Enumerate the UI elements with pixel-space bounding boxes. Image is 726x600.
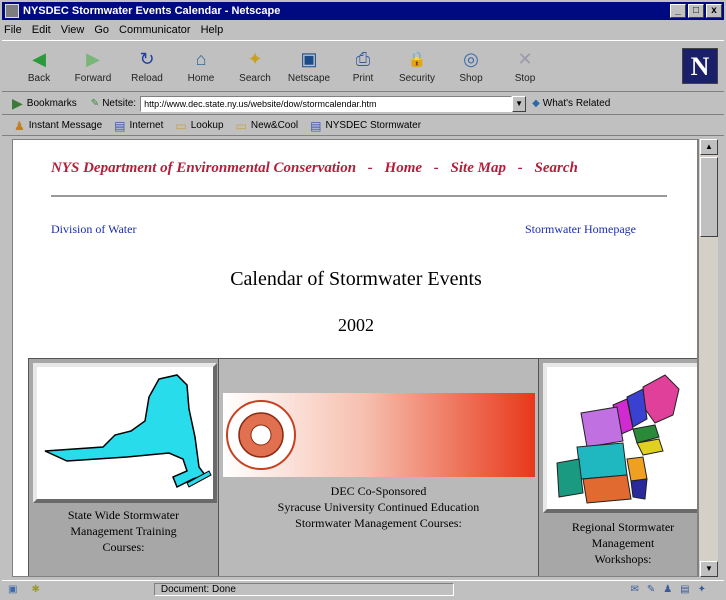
- regional-caption: Regional Stormwater Management Workshops…: [571, 520, 675, 566]
- person-icon: ♟: [14, 118, 25, 133]
- navigation-toolbar: ◀ Back ▶ Forward ↻ Reload ⌂ Home ✦ Searc…: [2, 40, 724, 92]
- search-button[interactable]: ✦ Search: [228, 42, 282, 90]
- bookmark-icon: ▶: [12, 95, 23, 111]
- home-icon: ⌂: [195, 48, 207, 69]
- status-tray-icons: ✉✎♟▤✦: [630, 584, 714, 595]
- connection-icon: ▣: [8, 584, 18, 595]
- shop-button[interactable]: ◎ Shop: [444, 42, 498, 90]
- back-arrow-icon: ◀: [32, 48, 46, 69]
- scrollbar-thumb[interactable]: [700, 157, 718, 237]
- syracuse-university-banner[interactable]: [223, 393, 535, 477]
- related-icon: ◆: [532, 98, 540, 109]
- syracuse-caption: DEC Co-Sponsored Syracuse University Con…: [277, 484, 480, 530]
- statewide-caption: State Wide Stormwater Management Trainin…: [67, 508, 180, 554]
- folder-icon: ▭: [235, 118, 247, 133]
- netscape-logo[interactable]: N: [682, 48, 718, 84]
- forward-arrow-icon: ▶: [86, 48, 100, 69]
- dept-name: NYS Department of Environmental Conserva…: [51, 160, 357, 176]
- menu-go[interactable]: Go: [94, 24, 109, 36]
- reload-button[interactable]: ↻ Reload: [120, 42, 174, 90]
- title-bar[interactable]: NYSDEC Stormwater Events Calendar - Nets…: [2, 2, 724, 20]
- search-link[interactable]: Search: [534, 160, 577, 176]
- scroll-down-arrow-icon[interactable]: ▼: [700, 561, 718, 577]
- ny-state-map-icon: [44, 374, 212, 489]
- personal-item-instant-message[interactable]: ♟ Instant Message: [14, 119, 102, 133]
- bookmark-icon: ▤: [310, 118, 322, 133]
- bookmark-icon: ▤: [114, 118, 126, 133]
- page-title: Calendar of Stormwater Events: [230, 268, 482, 290]
- scroll-up-arrow-icon[interactable]: ▲: [700, 139, 718, 155]
- security-button[interactable]: 🔒 Security: [390, 42, 444, 90]
- reload-icon: ↻: [139, 48, 155, 69]
- security-status-icon: ✱: [31, 584, 40, 595]
- course-table: State Wide Stormwater Management Trainin…: [28, 358, 697, 576]
- search-icon: ✦: [247, 48, 263, 69]
- print-icon: ⎙: [355, 48, 371, 69]
- forward-button[interactable]: ▶ Forward: [66, 42, 120, 90]
- folder-icon: ▭: [175, 118, 187, 133]
- sitemap-link[interactable]: Site Map: [451, 160, 506, 176]
- regional-workshops-cell[interactable]: Regional Stormwater Management Workshops…: [539, 359, 697, 576]
- window-title: NYSDEC Stormwater Events Calendar - Nets…: [23, 5, 281, 17]
- page-year: 2002: [338, 315, 374, 335]
- maximize-button[interactable]: □: [688, 4, 704, 18]
- stop-button[interactable]: ✕ Stop: [498, 42, 552, 90]
- division-of-water-link[interactable]: Division of Water: [51, 222, 136, 237]
- statewide-courses-cell[interactable]: State Wide Stormwater Management Trainin…: [29, 359, 219, 576]
- header-separator: -: [433, 160, 439, 176]
- syracuse-courses-cell[interactable]: DEC Co-Sponsored Syracuse University Con…: [219, 359, 539, 576]
- menu-communicator[interactable]: Communicator: [119, 24, 191, 36]
- stormwater-homepage-link[interactable]: Stormwater Homepage: [525, 222, 636, 237]
- ny-state-map-frame[interactable]: [33, 363, 217, 503]
- back-button[interactable]: ◀ Back: [12, 42, 66, 90]
- netscape-button[interactable]: ▣ Netscape: [282, 42, 336, 90]
- menu-edit[interactable]: Edit: [32, 24, 51, 36]
- personal-item-internet[interactable]: ▤ Internet: [114, 119, 163, 133]
- menu-view[interactable]: View: [61, 24, 85, 36]
- status-bar: ▣ ✱ Document: Done ✉✎♟▤✦: [2, 580, 724, 598]
- vertical-scrollbar[interactable]: ▲ ▼: [698, 139, 718, 577]
- lock-icon: 🔒: [407, 51, 427, 68]
- personal-item-new-cool[interactable]: ▭ New&Cool: [236, 119, 299, 133]
- bookmarks-button[interactable]: ▶ Bookmarks: [12, 95, 77, 112]
- netsite-icon: ✎: [90, 98, 100, 109]
- location-bar: ▶ Bookmarks ✎ Netsite: ▼ ◆ What's Relate…: [2, 93, 724, 115]
- url-dropdown-button[interactable]: ▼: [512, 95, 527, 112]
- minimize-button[interactable]: _: [670, 4, 686, 18]
- status-text: Document: Done: [153, 583, 454, 596]
- home-button[interactable]: ⌂ Home: [174, 42, 228, 90]
- northeast-states-map-icon: [547, 367, 697, 509]
- header-divider: [51, 195, 667, 197]
- personal-item-nysdec-stormwater[interactable]: ▤ NYSDEC Stormwater: [310, 119, 421, 133]
- personal-item-lookup[interactable]: ▭ Lookup: [175, 119, 223, 133]
- dec-header-nav: NYS Department of Environmental Conserva…: [51, 160, 578, 177]
- url-input[interactable]: [140, 95, 513, 112]
- personal-toolbar: ♟ Instant Message ▤ Internet ▭ Lookup ▭ …: [2, 116, 724, 136]
- whats-related-button[interactable]: ◆ What's Related: [532, 98, 610, 109]
- shop-icon: ◎: [463, 48, 479, 69]
- menu-help[interactable]: Help: [201, 24, 224, 36]
- netscape-app-icon: [5, 4, 19, 18]
- northeast-map-frame[interactable]: [543, 363, 697, 513]
- browser-window: NYSDEC Stormwater Events Calendar - Nets…: [0, 0, 726, 600]
- header-separator: -: [517, 160, 523, 176]
- menu-bar: File Edit View Go Communicator Help: [4, 21, 233, 39]
- header-separator: -: [367, 160, 373, 176]
- stop-icon: ✕: [517, 48, 533, 69]
- close-button[interactable]: x: [706, 4, 722, 18]
- menu-file[interactable]: File: [4, 24, 22, 36]
- home-link[interactable]: Home: [385, 160, 423, 176]
- netsite-label: ✎ Netsite:: [90, 98, 137, 109]
- netscape-icon: ▣: [300, 48, 318, 69]
- page-content: NYS Department of Environmental Conserva…: [12, 139, 698, 577]
- print-button[interactable]: ⎙ Print: [336, 42, 390, 90]
